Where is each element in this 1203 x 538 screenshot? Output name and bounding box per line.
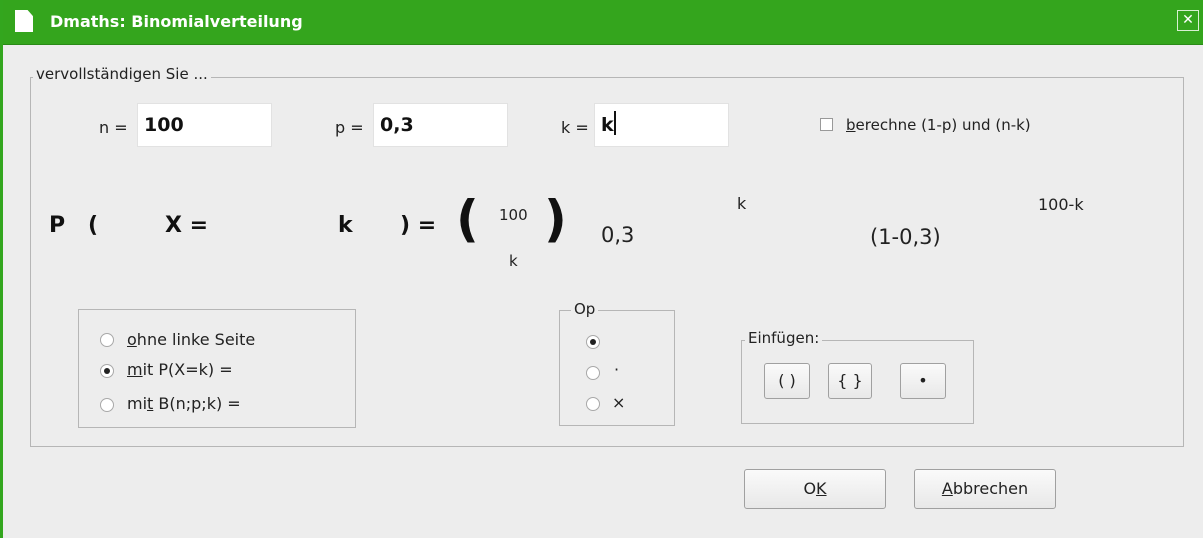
- formula-base-complement: (1-0,3): [870, 225, 941, 249]
- k-input-value: k: [601, 114, 614, 136]
- radio-with-P[interactable]: [100, 364, 114, 378]
- binomial-bottom: k: [509, 252, 518, 270]
- text-cursor: [613, 111, 616, 135]
- cancel-button[interactable]: Abbrechen: [914, 469, 1056, 509]
- radio-with-B-label[interactable]: mit B(n;p;k) =: [127, 394, 241, 413]
- n-label: n =: [99, 118, 128, 137]
- fill-in-group-legend: vervollständigen Sie ...: [33, 65, 211, 83]
- cancel-text: bbrechen: [952, 479, 1029, 498]
- complement-checkbox[interactable]: [820, 118, 833, 131]
- k-label: k =: [561, 118, 589, 137]
- ok-accesskey: K: [816, 479, 827, 498]
- label-prefix: mi: [127, 394, 148, 413]
- formula-base-p: 0,3: [601, 223, 635, 247]
- formula-k: k: [338, 213, 353, 238]
- radio-op-dot[interactable]: [586, 366, 600, 380]
- radio-op-none[interactable]: [586, 335, 600, 349]
- p-label: p =: [335, 118, 364, 137]
- radio-no-left-side[interactable]: [100, 333, 114, 347]
- label-text: B(n;p;k) =: [153, 394, 241, 413]
- insert-braces-button[interactable]: { }: [828, 363, 872, 399]
- operator-group-legend: Op: [571, 300, 599, 318]
- title-bar[interactable]: Dmaths: Binomialverteilung ✕: [3, 0, 1203, 45]
- formula-X-equals: X =: [165, 213, 209, 238]
- formula-exponent-n-minus-k: 100-k: [1038, 195, 1084, 214]
- formula-open-paren: (: [88, 213, 99, 238]
- accesskey-o: o: [127, 330, 137, 349]
- window-title: Dmaths: Binomialverteilung: [50, 12, 303, 31]
- insert-group-legend: Einfügen:: [745, 329, 823, 347]
- complement-accesskey: b: [846, 116, 856, 134]
- formula-P: P: [49, 213, 66, 238]
- formula-exponent-k: k: [737, 194, 747, 213]
- radio-op-times-label[interactable]: ×: [612, 393, 625, 412]
- radio-no-left-side-label[interactable]: ohne linke Seite: [127, 330, 255, 349]
- k-input[interactable]: k: [594, 103, 729, 147]
- label-text: hne linke Seite: [136, 330, 256, 349]
- binomial-top: 100: [499, 206, 528, 224]
- insert-parentheses-button[interactable]: ( ): [764, 363, 810, 399]
- insert-dot-button[interactable]: •: [900, 363, 946, 399]
- cancel-accesskey: A: [941, 479, 953, 498]
- accesskey-m: m: [127, 360, 143, 379]
- radio-op-times[interactable]: [586, 397, 600, 411]
- ok-text: O: [803, 479, 817, 498]
- radio-with-B[interactable]: [100, 398, 114, 412]
- radio-op-dot-label[interactable]: ·: [614, 360, 619, 379]
- binomial-close-paren: ): [544, 190, 567, 248]
- p-input[interactable]: 0,3: [373, 103, 508, 147]
- document-icon: [15, 10, 33, 32]
- dialog-window: Dmaths: Binomialverteilung ✕ vervollstän…: [0, 0, 1203, 538]
- complement-checkbox-label[interactable]: berechne (1-p) und (n-k): [846, 116, 1031, 134]
- complement-label-text: erechne (1-p) und (n-k): [855, 116, 1031, 134]
- ok-button[interactable]: OK: [744, 469, 886, 509]
- radio-with-P-label[interactable]: mit P(X=k) =: [127, 360, 233, 379]
- close-button[interactable]: ✕: [1177, 10, 1199, 31]
- label-text: it P(X=k) =: [142, 360, 233, 379]
- n-input[interactable]: 100: [137, 103, 272, 147]
- formula-close-equals: ) =: [400, 213, 437, 238]
- binomial-open-paren: (: [456, 190, 479, 248]
